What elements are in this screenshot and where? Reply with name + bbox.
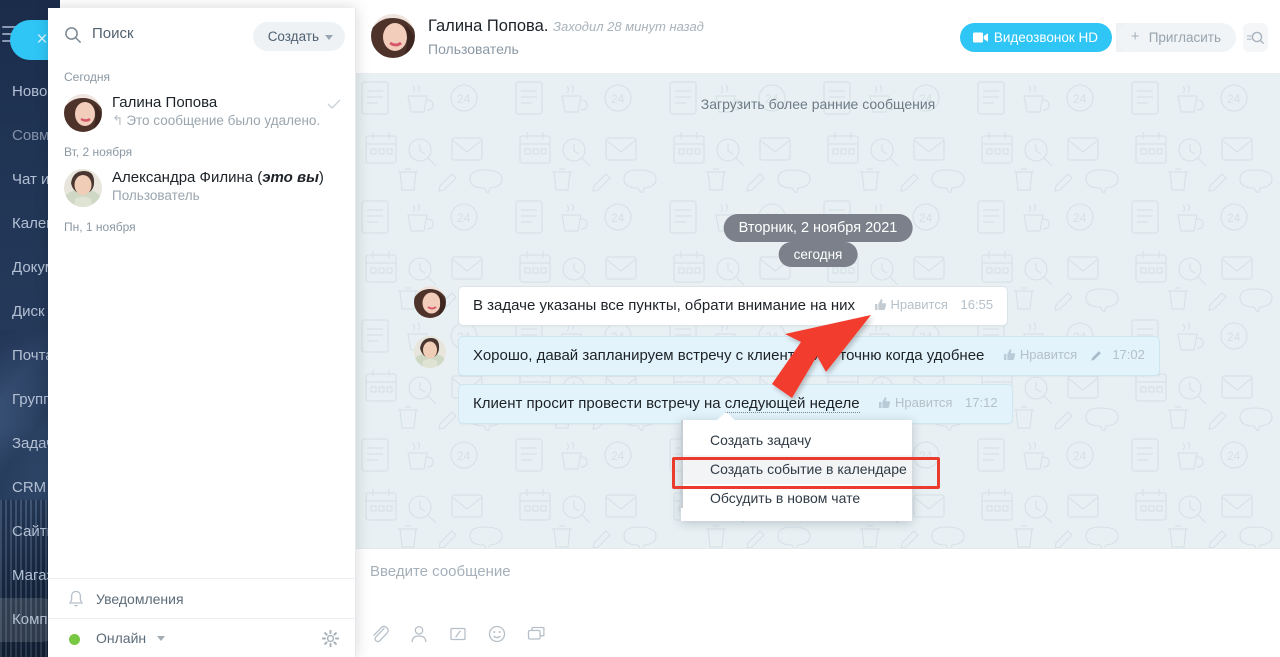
chat-search-button[interactable]	[1243, 23, 1268, 52]
list-item-name: Галина Попова	[112, 94, 218, 111]
app-icon[interactable]	[526, 624, 546, 644]
list-item-sub-text: Это сообщение было удалено.	[126, 113, 321, 128]
invite-button[interactable]: + Пригласить	[1116, 23, 1236, 52]
thumbs-up-icon	[874, 299, 886, 310]
date-separator-chip: Вторник, 2 ноября 2021	[723, 214, 913, 242]
message-meta: Нравится 17:12	[878, 394, 998, 412]
list-item-body: Александра Филина (это вы) Пользователь	[112, 168, 339, 205]
chat-partner-name: Галина Попова	[428, 17, 544, 35]
message-row: Клиент просит провести встречу на следую…	[458, 384, 1013, 424]
message-time: 17:02	[1112, 347, 1145, 362]
status-dot-icon	[69, 634, 80, 645]
like-button[interactable]: Нравится	[1003, 347, 1081, 362]
message-meta: Нравится 17:02	[1003, 346, 1145, 364]
chat-name-punct: .	[543, 17, 549, 35]
video-call-label: Видеозвонок HD	[993, 30, 1098, 45]
create-button-label: Создать	[267, 29, 319, 44]
like-button[interactable]: Нравится	[874, 297, 952, 312]
message-time: 16:55	[960, 297, 994, 312]
list-item-body: Галина Попова ↰ Это сообщение было удален…	[112, 93, 339, 130]
list-item[interactable]: Галина Попова ↰ Это сообщение было удален…	[48, 90, 355, 139]
day-label-mon: Пн, 1 ноября	[64, 220, 136, 234]
message-row: В задаче указаны все пункты, обрати вним…	[414, 286, 1009, 326]
context-menu-item-create-task[interactable]: Создать задачу	[681, 426, 912, 455]
day-label-tue: Вт, 2 ноября	[64, 145, 133, 159]
chat-partner-role: Пользователь	[428, 41, 519, 57]
video-camera-icon	[972, 32, 988, 43]
message-composer: Введите сообщение	[356, 548, 1280, 657]
attach-icon[interactable]	[370, 624, 390, 644]
plus-icon: +	[1130, 28, 1140, 45]
search-input[interactable]: Поиск	[92, 25, 134, 42]
list-item-subtitle: Пользователь	[112, 188, 200, 203]
message-text: Хорошо, давай запланируем встречу с клие…	[473, 347, 985, 364]
reply-arrow-icon: ↰	[112, 113, 124, 128]
list-item-name-tail: )	[318, 169, 324, 186]
chat-list-header: Поиск Создать	[48, 8, 355, 64]
last-seen-status: Заходил 28 минут назад	[553, 19, 704, 34]
gear-icon[interactable]	[322, 630, 339, 647]
like-label: Нравится	[1019, 347, 1078, 362]
emoji-icon[interactable]	[487, 624, 507, 644]
search-icon[interactable]	[64, 26, 82, 44]
message-time: 17:12	[965, 395, 998, 410]
status-label: Онлайн	[96, 630, 147, 646]
status-row[interactable]: Онлайн	[48, 618, 355, 657]
annotation-highlight-box	[672, 457, 940, 489]
message-input[interactable]: Введите сообщение	[370, 563, 511, 580]
like-label: Нравится	[895, 395, 953, 410]
chat-panel: Галина Попова. Заходил 28 минут назад По…	[356, 0, 1280, 657]
avatar[interactable]	[414, 286, 446, 318]
mention-icon[interactable]	[409, 624, 429, 644]
list-item-name-text: Александра Филина (	[112, 169, 263, 186]
avatar	[64, 94, 102, 132]
list-item[interactable]: Александра Филина (это вы) Пользователь	[48, 165, 355, 214]
like-button[interactable]: Нравится	[878, 395, 956, 410]
avatar[interactable]	[371, 14, 415, 58]
message-text-plain: Клиент просит провести встречу на	[473, 395, 725, 412]
message-meta: Нравится 16:55	[874, 296, 994, 314]
notifications-row[interactable]: Уведомления	[48, 578, 355, 618]
chevron-down-icon	[157, 636, 166, 641]
chevron-down-icon	[325, 35, 333, 40]
thumbs-up-icon	[1003, 349, 1016, 360]
thumbs-up-icon	[879, 397, 891, 408]
chat-header: Галина Попова. Заходил 28 минут назад По…	[356, 0, 1280, 74]
message-bubble[interactable]: В задаче указаны все пункты, обрати вним…	[458, 286, 1009, 326]
list-item-name: Александра Филина (это вы)	[112, 168, 339, 187]
message-bubble[interactable]: Клиент просит провести встречу на следую…	[458, 384, 1013, 424]
notifications-label: Уведомления	[96, 591, 184, 607]
bell-icon	[68, 590, 84, 607]
edited-pencil-icon	[1091, 351, 1101, 361]
create-button[interactable]: Создать	[252, 22, 345, 51]
quote-icon[interactable]	[448, 624, 468, 644]
avatar[interactable]	[414, 336, 446, 368]
list-item-subtitle: ↰ Это сообщение было удалено.	[112, 112, 339, 130]
messages-area: 24	[356, 74, 1280, 548]
list-item-name-you: это вы	[262, 169, 319, 186]
read-check-icon	[327, 99, 341, 109]
chat-list-footer: Уведомления Онлайн	[48, 578, 355, 657]
search-in-chat-icon	[1247, 31, 1265, 45]
bitrix-chat-screen: × Новости Совместная работа Чат и звонки…	[0, 0, 1280, 657]
annotation-arrow	[772, 315, 871, 398]
chat-title: Галина Попова. Заходил 28 минут назад	[428, 17, 704, 36]
load-earlier-messages-button[interactable]: Загрузить более ранние сообщения	[356, 96, 1280, 112]
avatar	[64, 169, 102, 207]
invite-label: Пригласить	[1148, 30, 1221, 45]
day-label-today: Сегодня	[64, 70, 110, 84]
composer-toolbar	[370, 624, 546, 644]
chat-list-panel: Поиск Создать Сегодня Галина Попова ↰ Эт…	[48, 8, 356, 657]
today-separator-chip: сегодня	[778, 242, 858, 267]
like-label: Нравится	[890, 297, 948, 312]
video-call-button[interactable]: Видеозвонок HD	[959, 23, 1112, 52]
